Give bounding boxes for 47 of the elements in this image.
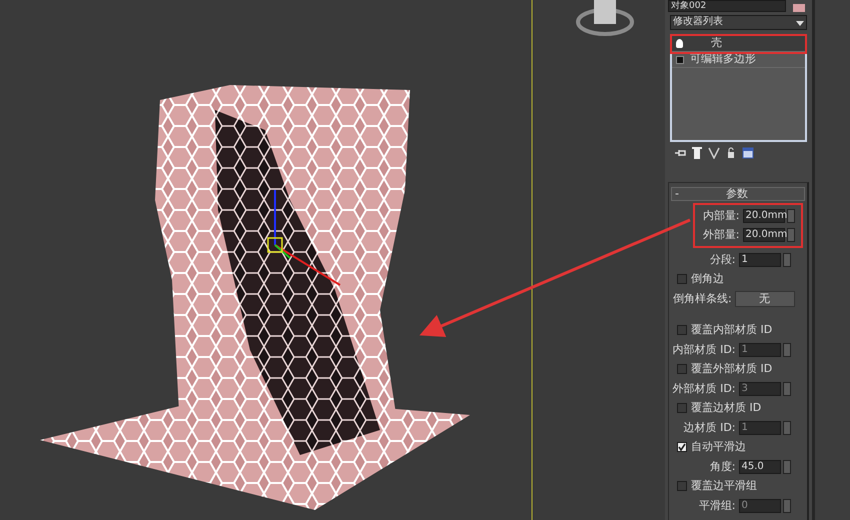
- pin-icon[interactable]: [674, 147, 686, 159]
- field-label: 边材质 ID:: [684, 420, 736, 436]
- spinner-arrows[interactable]: [783, 420, 791, 435]
- object-name-field[interactable]: 对象002: [668, 0, 786, 12]
- spinner-arrows[interactable]: [787, 228, 795, 242]
- field-label: 倒角样条线:: [673, 290, 732, 306]
- checkbox-label: 覆盖内部材质 ID: [691, 322, 772, 338]
- checkbox[interactable]: [677, 442, 687, 452]
- field-label: 外部材质 ID:: [672, 380, 736, 396]
- square-icon: [676, 56, 684, 64]
- checkbox-label: 自动平滑边: [691, 439, 746, 455]
- spinner-arrows[interactable]: [787, 208, 795, 223]
- configure-sets-icon[interactable]: [742, 147, 754, 159]
- number-field[interactable]: 1: [738, 252, 780, 267]
- modifier-stack-item[interactable]: 壳: [672, 36, 805, 52]
- pipe-icon[interactable]: [691, 147, 703, 159]
- view-cube-icon[interactable]: [576, 0, 634, 36]
- spinner-arrows[interactable]: [783, 382, 791, 396]
- checkbox-label: 覆盖外部材质 ID: [691, 361, 772, 377]
- object-color-swatch[interactable]: [793, 4, 805, 12]
- number-field[interactable]: 20.0mm: [742, 228, 784, 242]
- checkbox[interactable]: [677, 274, 687, 284]
- checkbox[interactable]: [677, 481, 687, 492]
- checkbox-label: 覆盖边平滑组: [691, 478, 757, 494]
- light-bulb-icon: [676, 39, 683, 48]
- number-field[interactable]: 20.0mm: [742, 208, 784, 223]
- field-label: 内部量:: [702, 208, 740, 224]
- spinner-arrows[interactable]: [783, 460, 791, 474]
- field-label: 分段:: [710, 252, 736, 268]
- field-label: 角度:: [710, 458, 736, 474]
- spinner-arrows[interactable]: [783, 342, 791, 357]
- lock-icon[interactable]: [725, 147, 737, 159]
- spinner-arrows[interactable]: [783, 498, 791, 513]
- modifier-list-dropdown[interactable]: 修改器列表: [670, 15, 807, 30]
- bevel-profile-button[interactable]: 无: [734, 290, 795, 307]
- checkbox-label: 覆盖边材质 ID: [691, 400, 762, 416]
- checkbox[interactable]: [677, 364, 687, 374]
- checkbox[interactable]: [677, 403, 687, 414]
- caret-icon: [796, 19, 804, 27]
- checkbox-label: 倒角边: [691, 271, 724, 287]
- checkbox[interactable]: [677, 325, 687, 336]
- spinner-arrows[interactable]: [783, 252, 791, 267]
- field-label: 内部材质 ID:: [672, 342, 736, 358]
- rollout-header[interactable]: - 参数: [671, 187, 805, 201]
- field-label: 平滑组:: [698, 498, 736, 514]
- field-label: 外部量:: [702, 227, 740, 243]
- number-field[interactable]: 45.0: [738, 460, 780, 474]
